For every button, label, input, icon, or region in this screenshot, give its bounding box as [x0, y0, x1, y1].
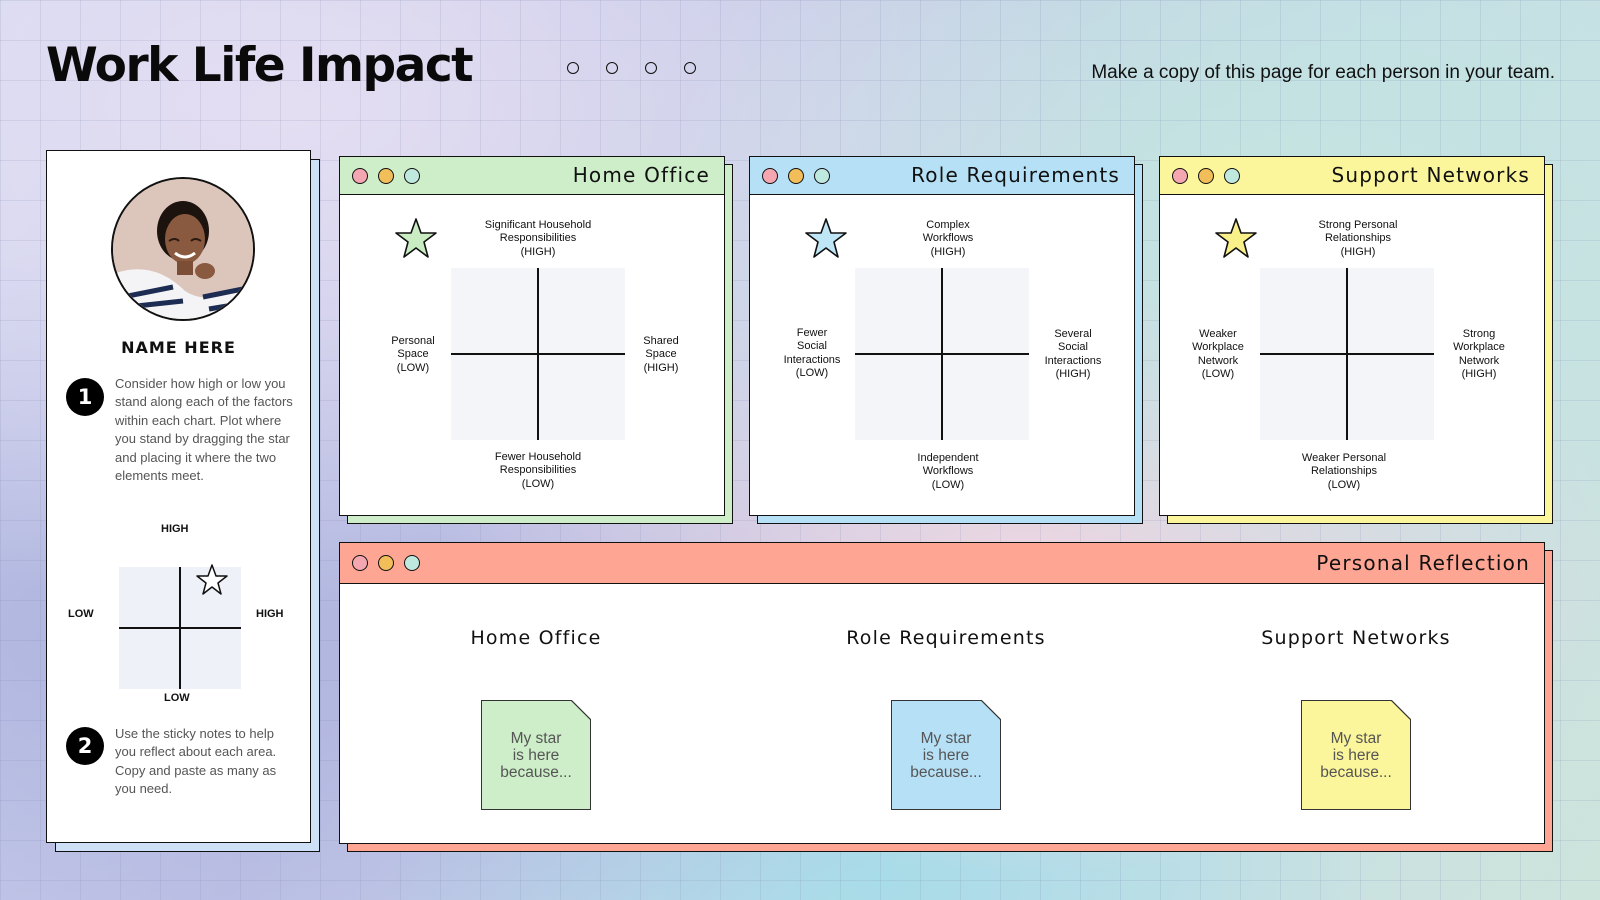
sticky-note-text[interactable]: My star is here because... — [500, 730, 572, 781]
role-requirements-bottom-label: Independent Workflows (LOW) — [917, 452, 979, 491]
step-2-badge: 2 — [66, 727, 104, 765]
dot-icon — [645, 62, 657, 74]
window-dot-icon[interactable] — [378, 168, 394, 184]
home-office-panel: Home Office Significant Household Respon… — [339, 156, 725, 516]
reflection-titlebar: Personal Reflection — [340, 543, 1544, 584]
role-requirements-quadrant[interactable] — [855, 268, 1029, 440]
reflection-col-support-networks: Support Networks — [1261, 627, 1451, 649]
support-networks-right-label: Strong Workplace Network (HIGH) — [1453, 328, 1505, 381]
sticky-note[interactable]: My star is here because... — [1301, 700, 1411, 810]
sticky-note[interactable]: My star is here because... — [891, 700, 1001, 810]
star-icon[interactable] — [1214, 217, 1258, 261]
step-1-text: Consider how high or low you stand along… — [115, 376, 293, 484]
sticky-note[interactable]: My star is here because... — [481, 700, 591, 810]
window-dot-icon[interactable] — [404, 168, 420, 184]
window-dot-icon[interactable] — [762, 168, 778, 184]
window-dot-icon[interactable] — [352, 555, 368, 571]
reflection-title: Personal Reflection — [1316, 551, 1530, 575]
sticky-note-text[interactable]: My star is here because... — [910, 730, 982, 781]
name-label[interactable]: NAME HERE — [47, 338, 310, 357]
home-office-left-label: Personal Space (LOW) — [391, 335, 435, 374]
example-right-label: HIGH — [256, 608, 284, 620]
window-dot-icon[interactable] — [788, 168, 804, 184]
window-dot-icon[interactable] — [378, 555, 394, 571]
sticky-note-text[interactable]: My star is here because... — [1320, 730, 1392, 781]
window-dot-icon[interactable] — [352, 168, 368, 184]
window-dot-icon[interactable] — [404, 555, 420, 571]
step-1-badge: 1 — [66, 378, 104, 416]
role-requirements-panel: Role Requirements Complex Workflows (HIG… — [749, 156, 1135, 516]
window-dot-icon[interactable] — [1198, 168, 1214, 184]
reflection-panel: Personal Reflection Home Office Role Req… — [339, 542, 1545, 844]
dot-icon — [567, 62, 579, 74]
support-networks-star — [1215, 218, 1257, 258]
window-dot-icon[interactable] — [814, 168, 830, 184]
example-bottom-label: LOW — [164, 692, 190, 704]
support-networks-panel: Support Networks Strong Personal Relatio… — [1159, 156, 1545, 516]
page-title: Work Life Impact — [46, 38, 474, 93]
home-office-quadrant[interactable] — [451, 268, 625, 440]
dot-icon — [606, 62, 618, 74]
star-icon[interactable] — [804, 217, 848, 261]
support-networks-titlebar: Support Networks — [1160, 157, 1544, 195]
home-office-star — [395, 218, 437, 258]
role-requirements-top-label: Complex Workflows (HIGH) — [922, 219, 974, 258]
dot-icon — [684, 62, 696, 74]
support-networks-top-label: Strong Personal Relationships (HIGH) — [1318, 219, 1398, 258]
window-dot-icon[interactable] — [1172, 168, 1188, 184]
avatar[interactable] — [111, 177, 255, 321]
instruction-card: NAME HERE 1 Consider how high or low you… — [46, 150, 311, 843]
decorative-dots — [567, 62, 696, 74]
home-office-top-label: Significant Household Responsibilities (… — [484, 219, 592, 258]
support-networks-left-label: Weaker Workplace Network (LOW) — [1192, 328, 1244, 381]
star-icon — [196, 564, 228, 595]
role-requirements-title: Role Requirements — [911, 163, 1120, 187]
role-requirements-left-label: Fewer Social Interactions (LOW) — [783, 327, 841, 380]
example-left-label: LOW — [68, 608, 94, 620]
star-icon[interactable] — [394, 217, 438, 261]
support-networks-quadrant[interactable] — [1260, 268, 1434, 440]
home-office-bottom-label: Fewer Household Responsibilities (LOW) — [494, 451, 582, 490]
role-requirements-right-label: Several Social Interactions (HIGH) — [1044, 328, 1102, 381]
example-top-label: HIGH — [161, 523, 189, 535]
support-networks-bottom-label: Weaker Personal Relationships (LOW) — [1301, 452, 1387, 491]
reflection-col-role-requirements: Role Requirements — [846, 627, 1046, 649]
home-office-title: Home Office — [572, 163, 710, 187]
home-office-right-label: Shared Space (HIGH) — [643, 335, 679, 374]
page-subtitle: Make a copy of this page for each person… — [1091, 62, 1555, 83]
window-dot-icon[interactable] — [1224, 168, 1240, 184]
home-office-titlebar: Home Office — [340, 157, 724, 195]
support-networks-title: Support Networks — [1331, 163, 1530, 187]
step-2-text: Use the sticky notes to help you reflect… — [115, 726, 277, 797]
role-requirements-star — [805, 218, 847, 258]
role-requirements-titlebar: Role Requirements — [750, 157, 1134, 195]
reflection-col-home-office: Home Office — [470, 627, 602, 649]
